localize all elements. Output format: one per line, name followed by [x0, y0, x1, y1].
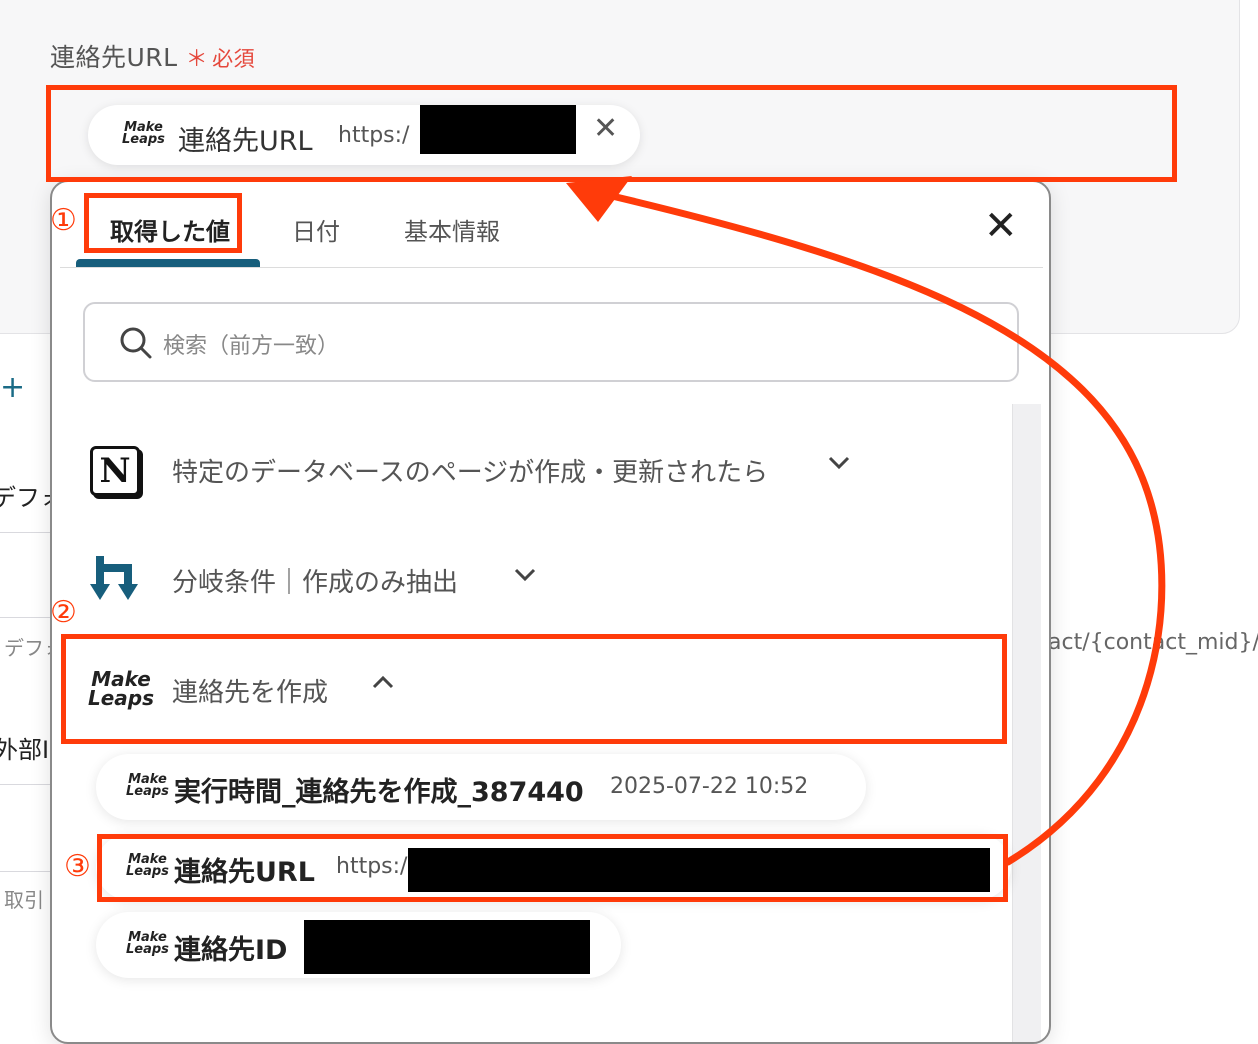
annotation-arrow — [566, 176, 1166, 866]
